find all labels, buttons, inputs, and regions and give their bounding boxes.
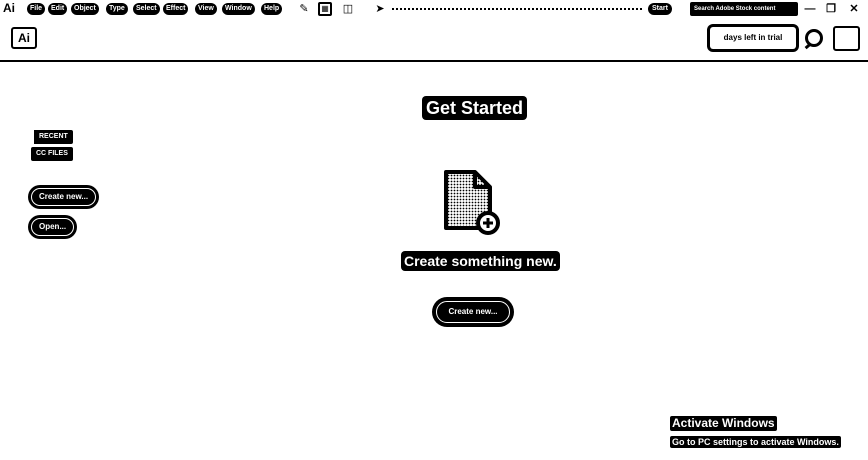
sidebar-create-new-label: Create new... bbox=[31, 188, 97, 206]
send-icon[interactable]: ➤ bbox=[373, 2, 387, 16]
new-document-icon bbox=[444, 170, 500, 235]
tab-recent[interactable]: RECENT bbox=[31, 130, 73, 144]
activate-windows-watermark: Activate Windows Go to PC settings to ac… bbox=[670, 414, 841, 450]
activate-title: Activate Windows bbox=[670, 416, 777, 431]
illustrator-logo: Ai bbox=[11, 27, 37, 49]
create-new-button[interactable]: Create new... bbox=[432, 297, 514, 327]
profile-icon[interactable] bbox=[833, 26, 860, 51]
create-new-label: Create new... bbox=[436, 301, 510, 323]
menu-bar: Ai File Edit Object Type Select Effect V… bbox=[0, 0, 868, 18]
menu-select[interactable]: Select bbox=[133, 3, 160, 15]
create-heading: Create something new. bbox=[401, 251, 560, 271]
arrange-icon[interactable]: ◫ bbox=[342, 2, 354, 16]
trial-button[interactable]: days left in trial bbox=[707, 24, 799, 52]
tab-cc-files[interactable]: CC FILES bbox=[31, 147, 73, 161]
stock-search-input[interactable]: Search Adobe Stock content bbox=[690, 2, 798, 16]
menu-edit[interactable]: Edit bbox=[48, 3, 68, 15]
start-button[interactable]: Start bbox=[648, 3, 672, 15]
sidebar-open-button[interactable]: Open... bbox=[28, 215, 78, 239]
menu-view[interactable]: View bbox=[195, 3, 217, 15]
activate-subtitle: Go to PC settings to activate Windows. bbox=[670, 436, 841, 448]
restore-icon[interactable]: ❐ bbox=[824, 1, 838, 17]
sidebar-create-new-button[interactable]: Create new... bbox=[28, 185, 100, 209]
brush-icon[interactable]: ✎ bbox=[298, 2, 310, 16]
menu-object[interactable]: Object bbox=[71, 3, 99, 15]
menu-file[interactable]: File bbox=[27, 3, 46, 15]
trial-label: days left in trial bbox=[710, 27, 796, 49]
grid-icon[interactable]: ▦ bbox=[318, 2, 332, 16]
close-icon[interactable]: ✕ bbox=[847, 1, 861, 17]
search-help-icon[interactable] bbox=[805, 29, 823, 47]
page-title: Get Started bbox=[422, 96, 528, 120]
menu-effect[interactable]: Effect bbox=[163, 3, 189, 15]
app-header: Ai days left in trial bbox=[0, 18, 868, 62]
sidebar-open-label: Open... bbox=[31, 218, 75, 236]
menu-divider bbox=[392, 8, 642, 10]
menu-help[interactable]: Help bbox=[261, 3, 283, 15]
menu-type[interactable]: Type bbox=[106, 3, 128, 15]
minimize-icon[interactable]: — bbox=[803, 1, 817, 17]
app-icon[interactable]: Ai bbox=[3, 1, 15, 16]
menu-window[interactable]: Window bbox=[222, 3, 255, 15]
